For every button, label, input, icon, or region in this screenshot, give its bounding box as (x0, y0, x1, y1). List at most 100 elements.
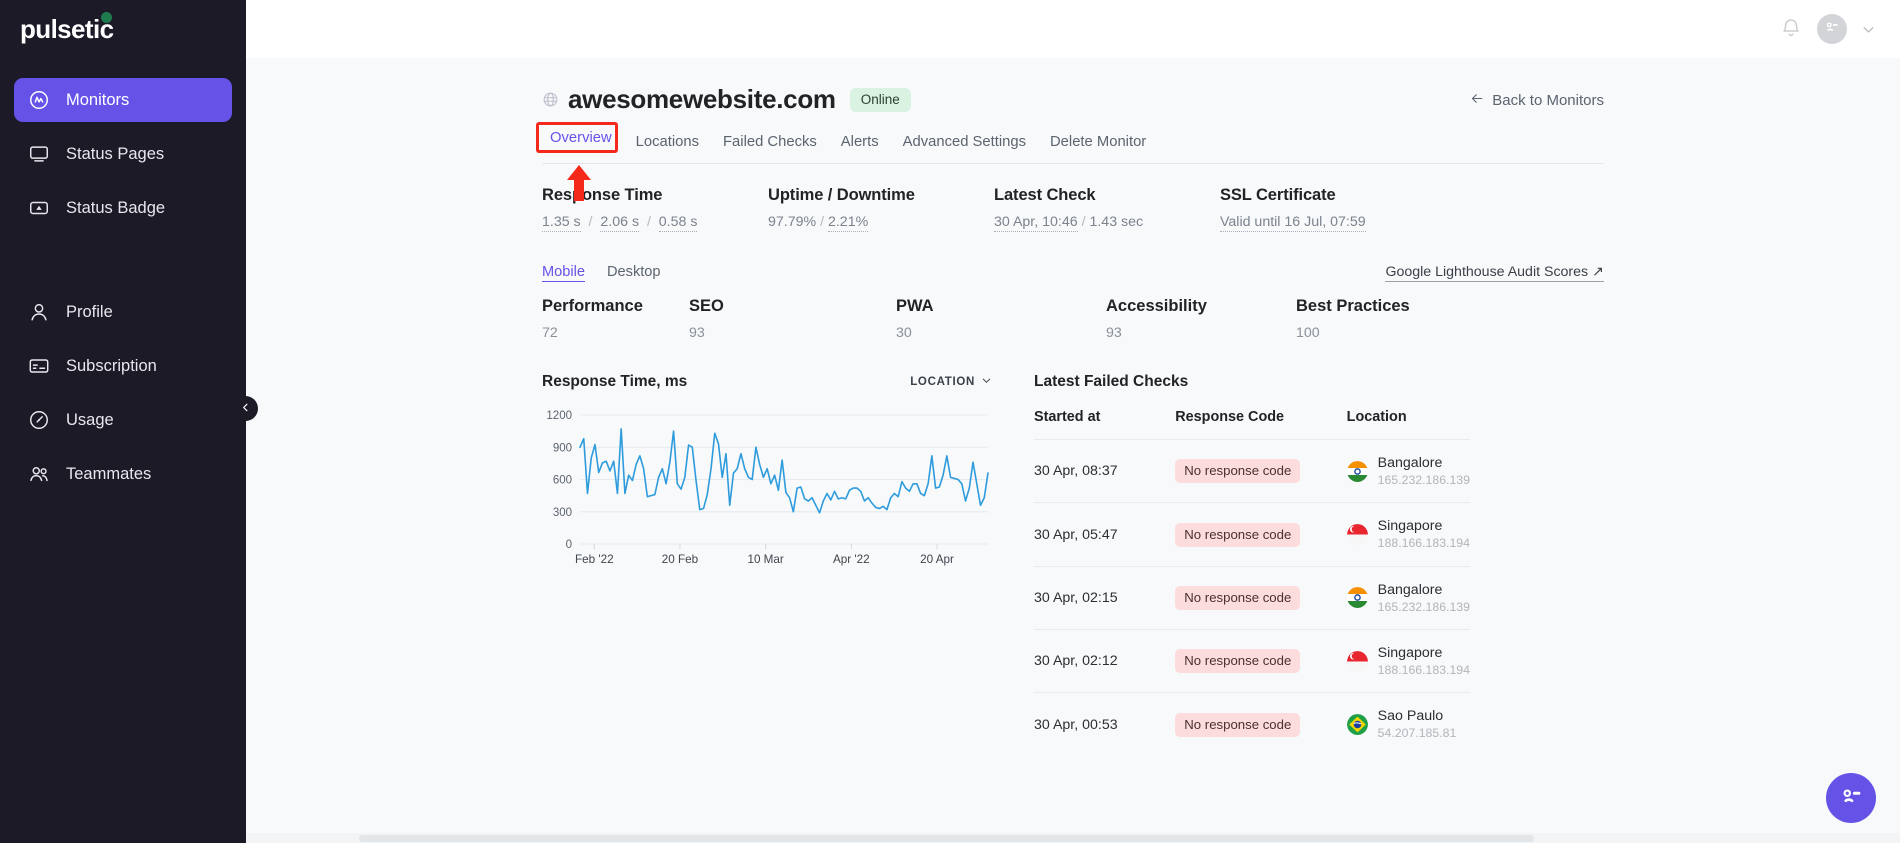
external-link-icon: ↗ (1592, 264, 1604, 280)
lighthouse-link-label: Google Lighthouse Audit Scores (1385, 264, 1589, 280)
chart-header: Response Time, ms LOCATION (542, 373, 992, 391)
lighthouse-toggle-row: Mobile Desktop Google Lighthouse Audit S… (542, 264, 1604, 282)
location-name: Singapore (1377, 518, 1443, 535)
x-axis-tick: Feb '22 (575, 553, 614, 566)
cell-response-code: No response code (1175, 502, 1347, 567)
score-value: 72 (542, 325, 558, 341)
back-to-monitors-link[interactable]: Back to Monitors (1470, 91, 1604, 110)
response-time-min[interactable]: 0.58 s (658, 214, 698, 232)
column-location: Location (1346, 409, 1407, 425)
sidebar-nav: Monitors Status Pages Status Badge Profi… (14, 78, 232, 496)
main-area: awesomewebsite.com Online Back to Monito… (246, 0, 1900, 843)
usage-icon (28, 409, 50, 431)
started-at-value: 30 Apr, 02:15 (1034, 589, 1118, 606)
chart-title: Response Time, ms (542, 373, 688, 390)
response-code-badge: No response code (1175, 712, 1301, 737)
cell-response-code: No response code (1175, 438, 1347, 503)
location-ip: 188.166.183.194 (1377, 536, 1470, 551)
tab-locations[interactable]: Locations (624, 129, 711, 163)
started-at-value: 30 Apr, 08:37 (1034, 463, 1118, 480)
started-at-value: 30 Apr, 05:47 (1034, 526, 1118, 543)
sidebar-item-label: Monitors (66, 90, 130, 109)
x-axis-tick: 20 Apr (920, 553, 954, 566)
chat-widget-button[interactable] (1826, 773, 1876, 823)
downtime-value[interactable]: 2.21% (827, 214, 869, 232)
stat-value: Valid until 16 Jul, 07:59 (1220, 214, 1460, 232)
chevron-down-icon[interactable] (1861, 22, 1876, 37)
table-row[interactable]: 30 Apr, 02:15 No response code Bangalore 16… (1034, 565, 1470, 630)
horizontal-scrollbar-thumb[interactable] (359, 835, 1534, 842)
table-row[interactable]: 30 Apr, 05:47 No response code Singapore 18… (1034, 502, 1470, 567)
sidebar-item-status-badge[interactable]: Status Badge (14, 186, 232, 230)
tab-overview-wrap: Overview (536, 122, 624, 201)
singapore-flag-icon (1346, 650, 1368, 672)
brand-logo[interactable]: pulsetic (14, 0, 232, 58)
sidebar-item-usage[interactable]: Usage (14, 398, 232, 442)
response-time-max[interactable]: 2.06 s (600, 214, 640, 232)
sidebar-item-status-pages[interactable]: Status Pages (14, 132, 232, 176)
tab-overview[interactable]: Overview (542, 125, 624, 159)
sidebar-item-profile[interactable]: Profile (14, 290, 232, 334)
horizontal-scrollbar[interactable] (246, 833, 1900, 843)
tab-alerts[interactable]: Alerts (829, 129, 891, 163)
google-lighthouse-audit-scores-link[interactable]: Google Lighthouse Audit Scores ↗ (1385, 264, 1604, 282)
annotation-arrow-icon (566, 165, 592, 201)
y-axis-tick: 900 (553, 442, 572, 454)
location-filter-select[interactable]: LOCATION (910, 375, 992, 389)
y-axis-tick: 600 (553, 475, 572, 487)
sidebar-item-label: Profile (66, 302, 113, 321)
sidebar-item-label: Status Badge (66, 198, 166, 217)
notification-bell-icon[interactable] (1779, 17, 1803, 41)
tab-failed-checks[interactable]: Failed Checks (711, 129, 829, 163)
page-title: awesomewebsite.com (568, 84, 836, 114)
sidebar-collapse-button[interactable] (233, 396, 258, 421)
column-response-code: Response Code (1175, 409, 1285, 425)
sidebar-item-monitors[interactable]: Monitors (14, 78, 232, 122)
lighthouse-toggle-desktop[interactable]: Desktop (607, 264, 661, 280)
tab-advanced-settings[interactable]: Advanced Settings (891, 129, 1038, 163)
brand-dot-icon (101, 12, 112, 23)
cell-started-at: 30 Apr, 05:47 (1034, 502, 1176, 567)
brand-name: pulsetic (20, 13, 114, 44)
location-name: Sao Paulo (1377, 708, 1444, 725)
page-header: awesomewebsite.com Online Back to Monito… (542, 84, 1604, 115)
stat-uptime-downtime: Uptime / Downtime 97.79% / 2.21% (768, 186, 994, 232)
location-name: Bangalore (1377, 581, 1443, 598)
column-started-at: Started at (1034, 409, 1101, 425)
chart-plot-area: 0 300 600 900 1200 Feb '22 20 Feb 10 Mar Apr '22… (542, 409, 992, 574)
page-content: awesomewebsite.com Online Back to Monito… (246, 58, 1900, 756)
table-row[interactable]: 30 Apr, 08:37 No response code Bangalore 16… (1034, 438, 1470, 503)
response-time-avg[interactable]: 1.35 s (542, 214, 581, 232)
latest-check-time[interactable]: 30 Apr, 10:46 (994, 214, 1078, 232)
cell-response-code: No response code (1175, 692, 1347, 756)
teammates-icon (28, 463, 50, 485)
chart-line-series (579, 428, 989, 514)
response-code-badge: No response code (1175, 585, 1301, 610)
score-value: 93 (1106, 325, 1122, 341)
response-code-badge: No response code (1175, 649, 1301, 674)
table-row[interactable]: 30 Apr, 00:53 No response code Sao Paulo 54… (1034, 692, 1470, 756)
stat-value: 30 Apr, 10:46 / 1.43 sec (994, 214, 1144, 232)
score-value: 93 (689, 325, 705, 341)
score-value: 30 (896, 325, 912, 341)
app-root: pulsetic Monitors Status Pages Status Ba… (0, 0, 1900, 843)
score-best-practices: Best Practices 100 (1296, 297, 1410, 341)
lighthouse-toggle-mobile[interactable]: Mobile (542, 264, 585, 282)
globe-icon (542, 91, 559, 108)
location-filter-label: LOCATION (910, 376, 975, 388)
x-axis-tick: 20 Feb (662, 553, 699, 566)
score-label: Accessibility (1106, 297, 1207, 315)
response-time-line-chart: 0 300 600 900 1200 Feb '22 20 Feb 10 Mar Apr '22… (546, 410, 989, 566)
cell-location: Bangalore 165.232.186.139 (1346, 438, 1470, 503)
avatar[interactable] (1817, 14, 1847, 44)
chevron-left-icon (240, 400, 251, 418)
score-label: Performance (542, 297, 643, 315)
cell-location: Sao Paulo 54.207.185.81 (1346, 692, 1470, 756)
content-inner: awesomewebsite.com Online Back to Monito… (536, 84, 1604, 756)
table-row[interactable]: 30 Apr, 02:12 No response code Singapore 18… (1034, 629, 1470, 693)
sidebar-item-teammates[interactable]: Teammates (14, 452, 232, 496)
cell-started-at: 30 Apr, 02:12 (1034, 629, 1176, 693)
tab-delete-monitor[interactable]: Delete Monitor (1038, 129, 1158, 163)
sidebar-item-subscription[interactable]: Subscription (14, 344, 232, 388)
ssl-valid-until[interactable]: Valid until 16 Jul, 07:59 (1220, 214, 1366, 232)
